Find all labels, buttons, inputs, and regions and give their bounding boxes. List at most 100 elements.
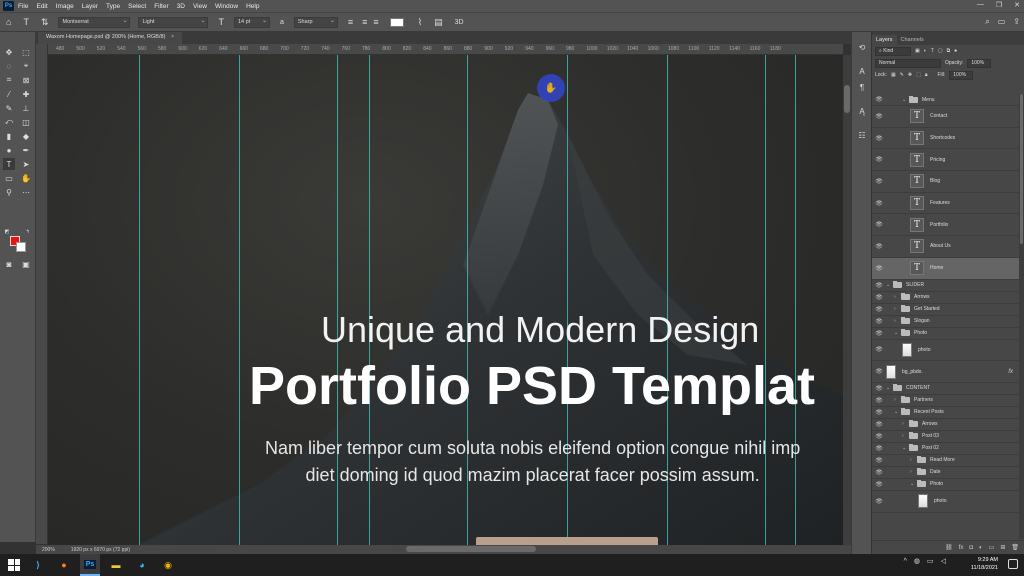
lock-all-icon[interactable]: 🔒︎ bbox=[925, 72, 928, 78]
chevron-right-icon[interactable]: › bbox=[894, 397, 901, 403]
menu-item-help[interactable]: Help bbox=[246, 3, 259, 10]
chevron-right-icon[interactable]: › bbox=[894, 306, 901, 312]
guide-line[interactable] bbox=[239, 55, 240, 545]
menu-item-filter[interactable]: Filter bbox=[154, 3, 168, 10]
layer-group-row[interactable]: 👁︎ ⌄ Post 02 bbox=[872, 443, 1024, 455]
layer-row[interactable]: 👁︎ T Blog bbox=[872, 171, 1024, 193]
start-button[interactable] bbox=[0, 554, 28, 576]
layer-row[interactable]: 👁︎ T Contact bbox=[872, 106, 1024, 128]
document-canvas[interactable]: Unique and Modern Design Portfolio PSD T… bbox=[48, 55, 843, 545]
chevron-right-icon[interactable]: › bbox=[894, 294, 901, 300]
visibility-eye-icon[interactable]: 👁︎ bbox=[872, 221, 886, 228]
visibility-eye-icon[interactable]: 👁︎ bbox=[872, 433, 886, 440]
visibility-eye-icon[interactable]: 👁︎ bbox=[872, 96, 886, 103]
warp-text-icon[interactable]: ⌇ bbox=[418, 17, 422, 28]
new-layer-icon[interactable]: ⊞ bbox=[1000, 544, 1005, 551]
chevron-right-icon[interactable]: › bbox=[902, 433, 909, 439]
vertical-ruler[interactable] bbox=[36, 44, 48, 544]
layer-group-row[interactable]: 👁︎ › Read More bbox=[872, 455, 1024, 467]
visibility-eye-icon[interactable]: 👁︎ bbox=[872, 421, 886, 428]
eyedropper-tool-icon[interactable]: ⁄ bbox=[3, 88, 15, 100]
chevron-down-icon[interactable]: ⌄ bbox=[902, 445, 909, 451]
tab-layers[interactable]: Layers bbox=[872, 35, 897, 45]
visibility-eye-icon[interactable]: 👁︎ bbox=[872, 469, 886, 476]
layer-group-row[interactable]: 👁︎ › Date bbox=[872, 467, 1024, 479]
guide-line[interactable] bbox=[139, 55, 140, 545]
layer-group-row[interactable]: 👁︎ ⌄ SLIDER bbox=[872, 280, 1024, 292]
antialias-select[interactable]: Sharp bbox=[293, 16, 338, 28]
visibility-eye-icon[interactable]: 👁︎ bbox=[872, 178, 886, 185]
shape-tool-icon[interactable]: ▭ bbox=[3, 172, 15, 184]
layer-group-row[interactable]: 👁︎ ⌄ CONTENT bbox=[872, 383, 1024, 395]
canvas-vertical-scrollbar[interactable] bbox=[843, 55, 851, 545]
layer-effects-icon[interactable]: fx bbox=[1008, 369, 1013, 375]
filter-smart-icon[interactable]: ⧉ bbox=[947, 48, 951, 54]
zoom-tool-icon[interactable]: ⚲ bbox=[3, 186, 15, 198]
quick-select-tool-icon[interactable]: ⌖ bbox=[20, 60, 32, 72]
share-icon[interactable]: ⇪ bbox=[1013, 17, 1020, 27]
filter-adjustment-icon[interactable]: ◐ bbox=[924, 48, 927, 54]
crop-tool-icon[interactable]: ⌗ bbox=[3, 74, 15, 86]
align-left-icon[interactable]: ≡ bbox=[348, 17, 353, 27]
visibility-eye-icon[interactable]: 👁︎ bbox=[872, 135, 886, 142]
menu-item-select[interactable]: Select bbox=[128, 3, 146, 10]
firefox-icon[interactable]: ● bbox=[54, 554, 74, 576]
swap-colors-icon[interactable]: ↰ bbox=[24, 228, 32, 236]
font-family-select[interactable]: Montserrat bbox=[58, 16, 131, 28]
home-icon[interactable]: ⌂ bbox=[6, 17, 11, 27]
photoshop-taskbar-button[interactable]: Ps bbox=[80, 554, 100, 576]
dodge-tool-icon[interactable]: ● bbox=[3, 144, 15, 156]
glyphs-panel-icon[interactable]: Ą bbox=[857, 106, 867, 116]
layer-group-row[interactable]: 👁︎ › Arrows bbox=[872, 419, 1024, 431]
threed-button[interactable]: 3D bbox=[455, 19, 464, 26]
notifications-icon[interactable] bbox=[1008, 559, 1018, 569]
document-size[interactable]: 1920 px x 6970 px (72 ppi) bbox=[71, 547, 130, 553]
filter-toggle-icon[interactable]: ● bbox=[954, 48, 957, 54]
visibility-eye-icon[interactable]: 👁︎ bbox=[872, 409, 886, 416]
visibility-eye-icon[interactable]: 👁︎ bbox=[872, 397, 886, 404]
layer-group-row[interactable]: 👁︎ › Arrows bbox=[872, 292, 1024, 304]
default-colors-icon[interactable]: ◩ bbox=[3, 228, 11, 236]
layer-row[interactable]: 👁︎ T Pricing bbox=[872, 149, 1024, 172]
new-group-icon[interactable]: ▭ bbox=[989, 544, 995, 551]
layer-group-row[interactable]: 👁︎ ⌄ Recent Posts bbox=[872, 407, 1024, 419]
lock-pixels-icon[interactable]: ▦ bbox=[891, 72, 896, 78]
eraser-tool-icon[interactable]: ◫ bbox=[20, 116, 32, 128]
visibility-eye-icon[interactable]: 👁︎ bbox=[872, 457, 886, 464]
background-color-swatch[interactable] bbox=[16, 242, 26, 252]
layer-row[interactable]: 👁︎ photo bbox=[872, 491, 1024, 513]
horizontal-ruler[interactable]: 480 500 520 540 560 580 600 620 640 660 680 700 720 7… bbox=[48, 44, 843, 55]
horizontal-scroll-thumb[interactable] bbox=[406, 546, 536, 552]
align-center-icon[interactable]: ≡ bbox=[362, 17, 367, 27]
chevron-right-icon[interactable]: › bbox=[902, 421, 909, 427]
menu-item-file[interactable]: File bbox=[18, 3, 28, 10]
adjustment-layer-icon[interactable]: ◐ bbox=[979, 545, 983, 551]
layer-group-row[interactable]: 👁︎ › Partners bbox=[872, 395, 1024, 407]
delete-layer-icon[interactable]: 🗑︎ bbox=[1011, 544, 1019, 551]
network-icon[interactable]: ◍ bbox=[914, 557, 920, 565]
paragraph-panel-icon[interactable]: ¶ bbox=[857, 82, 867, 92]
visibility-eye-icon[interactable]: 👁︎ bbox=[872, 294, 886, 301]
menu-item-image[interactable]: Image bbox=[56, 3, 74, 10]
chevron-down-icon[interactable]: ⌄ bbox=[886, 385, 893, 391]
history-panel-icon[interactable]: ⟲ bbox=[857, 42, 867, 52]
chevron-right-icon[interactable]: › bbox=[894, 318, 901, 324]
move-tool-icon[interactable]: ✥ bbox=[3, 46, 15, 58]
layer-group-row[interactable]: 👁︎ ⌄ Menu bbox=[872, 94, 1024, 106]
visibility-eye-icon[interactable]: 👁︎ bbox=[872, 200, 886, 207]
tray-chevron-icon[interactable]: ^ bbox=[904, 558, 907, 565]
gradient-tool-icon[interactable]: ▮ bbox=[3, 130, 15, 142]
visibility-eye-icon[interactable]: 👁︎ bbox=[872, 282, 886, 289]
lock-position-icon[interactable]: ✥ bbox=[908, 72, 912, 78]
battery-icon[interactable]: ▭ bbox=[927, 557, 934, 565]
artboard-tool-icon[interactable]: ⬚ bbox=[20, 46, 32, 58]
file-explorer-icon[interactable]: ▬ bbox=[106, 554, 126, 576]
screen-mode-icon[interactable]: ▣ bbox=[20, 258, 32, 270]
layer-row[interactable]: 👁︎ T Home bbox=[872, 257, 1024, 280]
layer-row[interactable]: 👁︎ T About Us bbox=[872, 236, 1024, 258]
layer-group-row[interactable]: 👁︎ ⌄ Photo bbox=[872, 328, 1024, 340]
font-size-select[interactable]: 14 pt bbox=[233, 16, 270, 28]
history-brush-icon[interactable]: ⤺ bbox=[3, 116, 15, 128]
chevron-down-icon[interactable]: ⌄ bbox=[894, 330, 901, 336]
layer-row[interactable]: 👁︎ bg_pbdo. fx bbox=[872, 361, 1024, 383]
